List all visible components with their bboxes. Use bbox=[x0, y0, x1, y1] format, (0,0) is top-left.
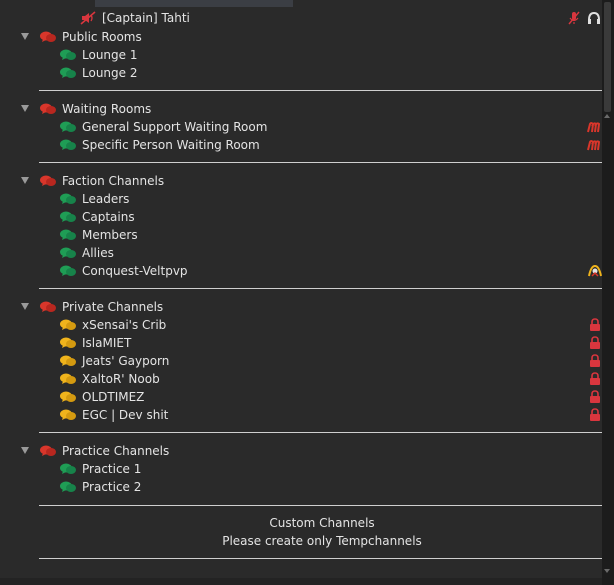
channel-chat-icon bbox=[60, 409, 76, 421]
channel-xaltor-noob[interactable]: XaltoR' Noob bbox=[0, 370, 602, 388]
category-chat-icon bbox=[40, 31, 56, 43]
category-practice-channels[interactable]: Practice Channels bbox=[0, 442, 602, 460]
separator bbox=[39, 162, 602, 163]
channel-chat-icon bbox=[60, 355, 76, 367]
channel-label: OLDTIMEZ bbox=[82, 390, 145, 404]
channel-label: Conquest-Veltpvp bbox=[82, 264, 188, 278]
channel-chat-icon bbox=[60, 49, 76, 61]
channel-label: Lounge 2 bbox=[82, 66, 138, 80]
channel-label: General Support Waiting Room bbox=[82, 120, 268, 134]
category-label: Private Channels bbox=[62, 300, 164, 314]
collapse-arrow-icon[interactable] bbox=[21, 105, 29, 112]
channel-tree: [Captain] Tahti Public Rooms Lounge 1 Lo… bbox=[0, 0, 602, 585]
scroll-up-arrow-icon[interactable] bbox=[604, 114, 610, 118]
channel-leaders[interactable]: Leaders bbox=[0, 190, 602, 208]
category-chat-icon bbox=[40, 103, 56, 115]
category-public-rooms[interactable]: Public Rooms bbox=[0, 28, 602, 46]
channel-chat-icon bbox=[60, 373, 76, 385]
channel-members[interactable]: Members bbox=[0, 226, 602, 244]
collapse-arrow-icon[interactable] bbox=[21, 33, 29, 40]
channel-jeats-gayporn[interactable]: Jeats' Gayporn bbox=[0, 352, 602, 370]
separator bbox=[39, 90, 602, 91]
category-chat-icon bbox=[40, 301, 56, 313]
channel-label: Specific Person Waiting Room bbox=[82, 138, 260, 152]
category-label: Public Rooms bbox=[62, 30, 142, 44]
client-name: [Captain] Tahti bbox=[102, 11, 190, 25]
collapse-arrow-icon[interactable] bbox=[21, 303, 29, 310]
bottom-strip bbox=[0, 578, 602, 585]
channel-allies[interactable]: Allies bbox=[0, 244, 602, 262]
channel-chat-icon bbox=[60, 391, 76, 403]
channel-specific-person-waiting-room[interactable]: Specific Person Waiting Room bbox=[0, 136, 602, 154]
channel-label: Practice 1 bbox=[82, 462, 142, 476]
channel-label: Leaders bbox=[82, 192, 130, 206]
channel-label: IslaMIET bbox=[82, 336, 132, 350]
channel-egc-dev-shit[interactable]: EGC | Dev shit bbox=[0, 406, 602, 424]
category-chat-icon bbox=[40, 445, 56, 457]
channel-practice-2[interactable]: Practice 2 bbox=[0, 478, 602, 496]
vertical-scrollbar[interactable] bbox=[602, 0, 614, 585]
channel-islamiet[interactable]: IslaMIET bbox=[0, 334, 602, 352]
category-label: Faction Channels bbox=[62, 174, 165, 188]
scrollbar-thumb[interactable] bbox=[604, 2, 611, 112]
category-faction-channels[interactable]: Faction Channels bbox=[0, 172, 602, 190]
channel-lounge-2[interactable]: Lounge 2 bbox=[0, 64, 602, 82]
channel-chat-icon bbox=[60, 481, 76, 493]
channel-label: EGC | Dev shit bbox=[82, 408, 169, 422]
channel-practice-1[interactable]: Practice 1 bbox=[0, 460, 602, 478]
channel-label: Jeats' Gayporn bbox=[82, 354, 170, 368]
channel-chat-icon bbox=[60, 229, 76, 241]
channel-captains[interactable]: Captains bbox=[0, 208, 602, 226]
channel-chat-icon bbox=[60, 193, 76, 205]
channel-label: xSensai's Crib bbox=[82, 318, 167, 332]
channel-chat-icon bbox=[60, 463, 76, 475]
channel-label: Practice 2 bbox=[82, 480, 142, 494]
channel-xsensais-crib[interactable]: xSensai's Crib bbox=[0, 316, 602, 334]
channel-general-support-waiting-room[interactable]: General Support Waiting Room bbox=[0, 118, 602, 136]
category-label: Waiting Rooms bbox=[62, 102, 152, 116]
lock-icon bbox=[589, 408, 601, 427]
channel-chat-icon bbox=[60, 211, 76, 223]
channel-label: Captains bbox=[82, 210, 135, 224]
category-waiting-rooms[interactable]: Waiting Rooms bbox=[0, 100, 602, 118]
category-private-channels[interactable]: Private Channels bbox=[0, 298, 602, 316]
channel-label: Allies bbox=[82, 246, 114, 260]
channel-chat-icon bbox=[60, 247, 76, 259]
channel-oldtimez[interactable]: OLDTIMEZ bbox=[0, 388, 602, 406]
separator bbox=[39, 505, 602, 506]
channel-chat-icon bbox=[60, 337, 76, 349]
category-chat-icon bbox=[40, 175, 56, 187]
collapse-arrow-icon[interactable] bbox=[21, 177, 29, 184]
custom-channels-note: Please create only Tempchannels bbox=[222, 534, 422, 548]
client-row[interactable]: [Captain] Tahti bbox=[0, 9, 602, 27]
channel-label: Members bbox=[82, 228, 138, 242]
channel-chat-icon bbox=[60, 265, 76, 277]
separator bbox=[39, 558, 602, 559]
channel-chat-icon bbox=[60, 121, 76, 133]
header-strip bbox=[95, 0, 293, 7]
channel-lounge-1[interactable]: Lounge 1 bbox=[0, 46, 602, 64]
category-label: Practice Channels bbox=[62, 444, 170, 458]
server-group-icon bbox=[587, 264, 602, 283]
collapse-arrow-icon[interactable] bbox=[21, 447, 29, 454]
channel-label: XaltoR' Noob bbox=[82, 372, 160, 386]
custom-channels-title[interactable]: Custom Channels bbox=[39, 514, 602, 532]
channel-chat-icon bbox=[60, 67, 76, 79]
channel-chat-icon bbox=[60, 139, 76, 151]
channel-conquest-veltpvp[interactable]: Conquest-Veltpvp bbox=[0, 262, 602, 280]
channel-chat-icon bbox=[60, 319, 76, 331]
moderated-icon bbox=[586, 138, 602, 156]
separator bbox=[39, 432, 602, 433]
scroll-down-arrow-icon[interactable] bbox=[604, 569, 610, 573]
channel-label: Lounge 1 bbox=[82, 48, 138, 62]
separator bbox=[39, 288, 602, 289]
